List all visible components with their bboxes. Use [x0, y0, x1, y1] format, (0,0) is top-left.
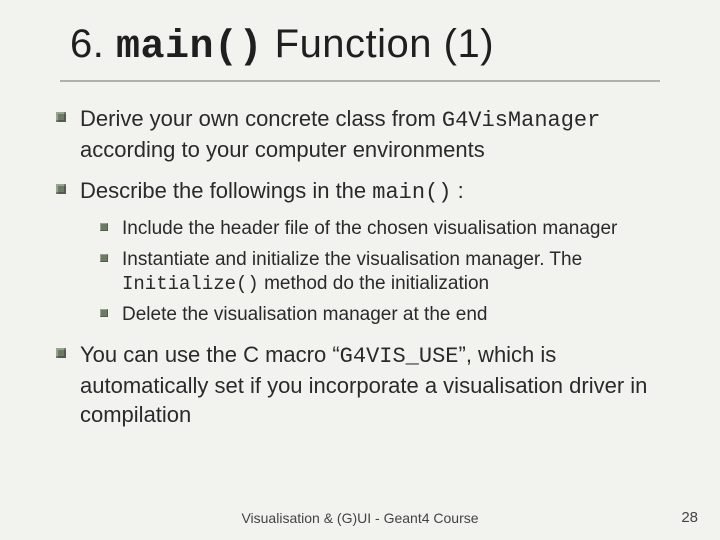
sub-bullet-1: Include the header file of the chosen vi…: [122, 217, 680, 242]
sub-bullet-3-text: Delete the visualisation manager at the …: [122, 304, 487, 325]
slide-title: 6. main() Function (1): [0, 0, 720, 76]
bullet-2: Describe the followings in the main() : …: [80, 176, 680, 328]
title-underline: [60, 80, 660, 82]
slide-body: Derive your own concrete class from G4Vi…: [0, 104, 720, 429]
bullet-2-text-b: :: [451, 178, 463, 203]
bullet-3-mono: G4VIS_USE: [340, 344, 459, 369]
sub-bullet-2-text-b: method do the initialization: [259, 273, 489, 294]
bullet-list-level2: Include the header file of the chosen vi…: [122, 217, 680, 328]
title-mono: main(): [116, 25, 263, 70]
sub-bullet-3: Delete the visualisation manager at the …: [122, 303, 680, 328]
bullet-1: Derive your own concrete class from G4Vi…: [80, 104, 680, 164]
slide: 6. main() Function (1) Derive your own c…: [0, 0, 720, 540]
page-number: 28: [681, 509, 698, 526]
sub-bullet-1-text: Include the header file of the chosen vi…: [122, 218, 617, 239]
bullet-2-text-a: Describe the followings in the: [80, 178, 372, 203]
sub-bullet-2-mono: Initialize(): [122, 273, 259, 295]
bullet-2-mono: main(): [372, 180, 451, 205]
bullet-1-text-a: Derive your own concrete class from: [80, 106, 442, 131]
title-prefix: 6.: [70, 22, 116, 66]
footer-text: Visualisation & (G)UI - Geant4 Course: [0, 510, 720, 526]
title-suffix: Function (1): [263, 22, 494, 66]
sub-bullet-2: Instantiate and initialize the visualisa…: [122, 248, 680, 297]
sub-bullet-2-text-a: Instantiate and initialize the visualisa…: [122, 249, 582, 270]
bullet-list-level1: Derive your own concrete class from G4Vi…: [80, 104, 680, 429]
bullet-3-text-a: You can use the C macro “: [80, 342, 340, 367]
bullet-1-mono: G4VisManager: [442, 108, 600, 133]
bullet-3: You can use the C macro “G4VIS_USE”, whi…: [80, 340, 680, 429]
bullet-1-text-b: according to your computer environments: [80, 137, 485, 162]
